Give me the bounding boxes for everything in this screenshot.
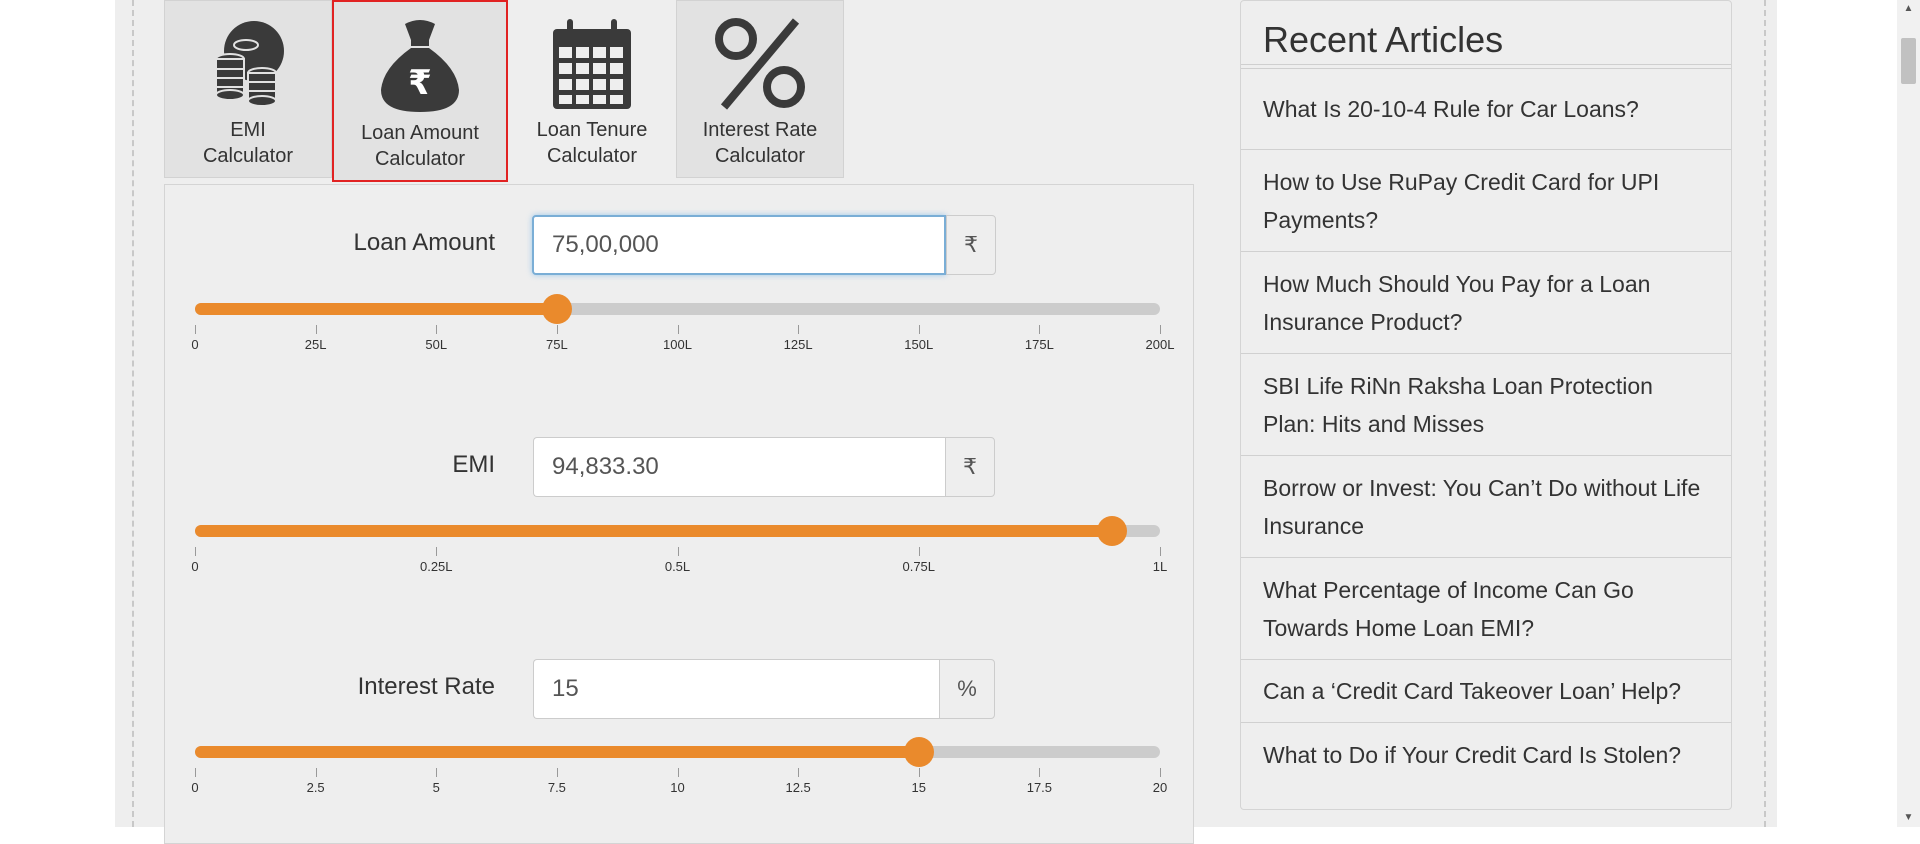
article-link[interactable]: What to Do if Your Credit Card Is Stolen… (1241, 723, 1731, 786)
recent-articles-sidebar: Recent Articles What Is 20-10-4 Rule for… (1240, 0, 1732, 810)
article-link[interactable]: What Percentage of Income Can Go Towards… (1241, 558, 1731, 660)
slider-tick (1160, 547, 1161, 556)
slider-tick-label: 0 (191, 559, 199, 574)
slider-tick-label: 25L (304, 337, 327, 352)
article-link[interactable]: Borrow or Invest: You Can’t Do without L… (1241, 456, 1731, 558)
scrollbar-thumb[interactable] (1901, 38, 1916, 84)
divider (1241, 64, 1731, 65)
interest-rate-input-group: % (533, 659, 995, 719)
slider-tick (315, 325, 317, 334)
slider-tick-label: 0.75L (902, 559, 936, 574)
interest-rate-input[interactable] (533, 659, 939, 719)
slider-tick-label: 0.25L (419, 559, 453, 574)
money-bag-rupee-icon: ₹ (334, 16, 506, 112)
slider-tick (1039, 325, 1041, 334)
slider-tick (436, 547, 438, 556)
rupee-addon: ₹ (945, 437, 995, 497)
slider-fill (195, 746, 919, 758)
slider-tick (195, 768, 196, 777)
article-link[interactable]: What Is 20-10-4 Rule for Car Loans? (1241, 69, 1731, 150)
slider-tick-label: 2.5 (306, 780, 325, 795)
tab-label: Interest Rate Calculator (702, 119, 818, 167)
tab-label: Loan Amount Calculator (361, 122, 479, 170)
slider-tick (918, 768, 920, 777)
slider-handle[interactable] (1096, 516, 1127, 546)
slider-tick-label: 175L (1024, 337, 1054, 352)
slider-tick-label: 12.5 (785, 780, 811, 795)
slider-tick (436, 768, 438, 777)
right-dashed-border (1764, 0, 1766, 827)
article-link[interactable]: Can a ‘Credit Card Takeover Loan’ Help? (1241, 660, 1731, 723)
calculator-panel: Loan Amount ₹ 0 25L 50L 75L 100L 125L 150L 175L… (164, 184, 1194, 844)
percent-addon: % (939, 659, 995, 719)
slider-fill (195, 303, 557, 315)
tab-emi-calculator[interactable]: EMI Calculator (164, 0, 332, 178)
loan-amount-input[interactable] (532, 215, 946, 275)
calendar-icon (509, 15, 675, 111)
slider-handle[interactable] (541, 294, 572, 324)
slider-tick-label: 0.5L (664, 559, 691, 574)
article-link[interactable]: How to Use RuPay Credit Card for UPI Pay… (1241, 150, 1731, 252)
tab-label: EMI Calculator (202, 119, 294, 167)
slider-tick (436, 325, 438, 334)
slider-tick-label: 0 (191, 780, 199, 795)
slider-tick-label: 200L (1145, 337, 1175, 352)
slider-tick (677, 768, 679, 777)
slider-tick (918, 547, 920, 556)
emi-input-group: ₹ (533, 437, 995, 497)
loan-amount-slider[interactable]: 0 25L 50L 75L 100L 125L 150L 175L 200L (191, 294, 1174, 377)
slider-handle[interactable] (903, 737, 934, 767)
scroll-down-arrow-icon[interactable]: ▼ (1897, 809, 1920, 827)
articles-list: What Is 20-10-4 Rule for Car Loans? How … (1241, 69, 1731, 786)
page-scrollbar[interactable]: ▲ ▼ (1897, 0, 1920, 827)
loan-amount-label: Loan Amount (353, 229, 495, 256)
coins-icon (165, 15, 331, 111)
emi-label: EMI (452, 451, 495, 478)
rupee-addon: ₹ (946, 215, 996, 275)
tab-label: Loan Tenure Calculator (536, 119, 648, 167)
tab-interest-rate-calculator[interactable]: Interest Rate Calculator (676, 0, 844, 178)
left-dashed-border (132, 0, 134, 827)
slider-tick-label: 1L (1152, 559, 1168, 574)
slider-tick (195, 325, 196, 334)
slider-tick-label: 7.5 (547, 780, 566, 795)
slider-fill (195, 525, 1112, 537)
slider-tick (556, 768, 558, 777)
slider-tick (195, 547, 196, 556)
tab-loan-tenure-calculator[interactable]: Loan Tenure Calculator (508, 0, 676, 178)
slider-tick-label: 75L (546, 337, 568, 352)
slider-tick-label: 100L (663, 337, 692, 352)
tab-loan-amount-calculator[interactable]: ₹ Loan Amount Calculator (332, 0, 508, 182)
slider-tick (798, 325, 800, 334)
loan-amount-input-group: ₹ (532, 215, 996, 275)
slider-tick (1160, 768, 1161, 777)
slider-tick (677, 547, 679, 556)
slider-tick (918, 325, 920, 334)
slider-tick (1039, 768, 1041, 777)
interest-rate-slider[interactable]: 0 2.5 5 7.5 10 12.5 15 17.5 20 (191, 737, 1167, 820)
slider-tick (1160, 325, 1161, 334)
emi-input[interactable] (533, 437, 945, 497)
slider-tick-label: 150L (904, 337, 934, 352)
slider-tick-label: 20 (1152, 780, 1168, 795)
slider-tick-label: 10 (670, 780, 685, 795)
article-link[interactable]: How Much Should You Pay for a Loan Insur… (1241, 252, 1731, 354)
slider-tick (677, 325, 679, 334)
percent-icon (677, 15, 843, 111)
slider-tick-label: 5 (432, 780, 440, 795)
slider-tick-label: 50L (425, 337, 448, 352)
slider-tick-label: 0 (191, 337, 199, 352)
interest-rate-label: Interest Rate (357, 673, 495, 700)
scroll-up-arrow-icon[interactable]: ▲ (1897, 0, 1920, 18)
slider-tick-label: 17.5 (1026, 780, 1053, 795)
svg-text:₹: ₹ (408, 63, 432, 103)
slider-tick (556, 325, 558, 334)
slider-tick (798, 768, 800, 777)
article-link[interactable]: SBI Life RiNn Raksha Loan Protection Pla… (1241, 354, 1731, 456)
sidebar-title: Recent Articles (1263, 19, 1504, 60)
slider-tick-label: 125L (783, 337, 813, 352)
slider-tick (315, 768, 317, 777)
slider-tick-label: 15 (911, 780, 926, 795)
emi-slider[interactable]: 0 0.25L 0.5L 0.75L 1L (191, 516, 1167, 599)
